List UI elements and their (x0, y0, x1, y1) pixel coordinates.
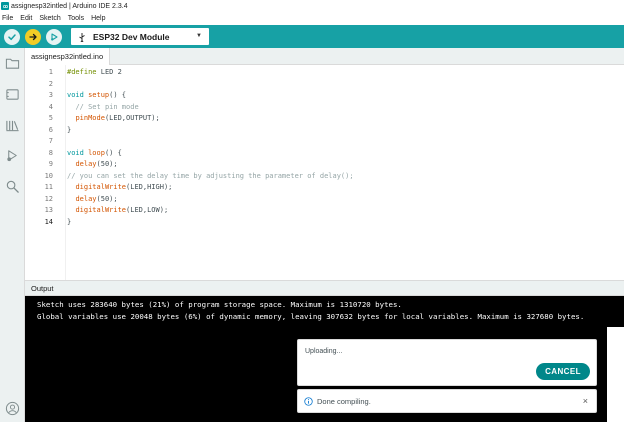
upload-button[interactable] (25, 28, 41, 45)
board-name: ESP32 Dev Module (93, 31, 170, 42)
line-number: 3 (48, 91, 53, 99)
code-line: // you can set the delay time by adjusti… (67, 171, 354, 180)
search-icon[interactable] (4, 178, 20, 194)
code-line: } (67, 217, 72, 226)
arrow-right-icon (29, 33, 37, 40)
output-label: Output (31, 283, 54, 293)
console-line: Global variables use 20048 bytes (6%) of… (37, 311, 585, 321)
code-line: delay(50); (75, 194, 118, 203)
overlay-panel-edge (607, 327, 624, 422)
info-icon (304, 396, 313, 406)
menu-edit[interactable]: Edit (20, 15, 32, 22)
line-number: 6 (48, 125, 53, 134)
tab-sketch-file[interactable]: assignesp32intled.ino (25, 48, 111, 65)
menu-file[interactable]: File (2, 15, 13, 22)
code-line: } (67, 125, 72, 134)
code-lines: #define LED 2 void setup() { // Set pin … (67, 67, 354, 228)
line-number: 1 (48, 68, 53, 76)
line-number: 4 (48, 102, 53, 111)
account-icon[interactable] (4, 400, 20, 416)
line-number: 5 (48, 114, 53, 122)
code-line: digitalWrite(LED,HIGH); (75, 183, 173, 191)
line-number: 10 (44, 171, 53, 180)
code-line: void loop() { (67, 148, 122, 157)
menu-tools[interactable]: Tools (68, 15, 84, 22)
line-number: 7 (48, 137, 53, 145)
debug-icon[interactable] (4, 147, 20, 163)
upload-notification: Uploading... CANCEL (297, 339, 597, 386)
left-sidebar (0, 48, 25, 422)
verify-button[interactable] (4, 28, 20, 45)
debug-button[interactable] (46, 28, 62, 45)
code-line: digitalWrite(LED,LOW); (75, 206, 169, 214)
upload-message: Uploading... (305, 348, 343, 355)
chevron-down-icon: ▼ (196, 33, 202, 39)
code-line: pinMode(LED,OUTPUT); (75, 114, 160, 122)
checkmark-icon (8, 33, 16, 40)
menu-bar: File Edit Sketch Tools Help (0, 12, 624, 25)
code-line: delay(50); (75, 160, 118, 168)
library-manager-icon[interactable] (4, 117, 20, 133)
tab-label: assignesp32intled.ino (31, 52, 104, 61)
toolbar: ESP32 Dev Module ▼ (0, 25, 624, 48)
code-line: void setup() { (67, 91, 127, 99)
code-line: // Set pin mode (75, 102, 139, 111)
gutter-divider (65, 65, 66, 280)
line-number: 8 (48, 148, 53, 157)
tab-strip: assignesp32intled.ino (25, 48, 624, 65)
menu-sketch[interactable]: Sketch (39, 15, 60, 22)
code-editor[interactable]: 1 2 3 4 5 6 7 8 9 10 11 12 13 14 #define… (25, 65, 624, 280)
board-selector[interactable]: ESP32 Dev Module ▼ (71, 28, 209, 45)
folder-icon[interactable] (4, 55, 20, 71)
line-number-active: 14 (44, 217, 53, 226)
done-compiling-notification: Done compiling. × (297, 389, 597, 413)
line-number-gutter: 1 2 3 4 5 6 7 8 9 10 11 12 13 14 (25, 67, 53, 228)
title-bar: assignesp32intled | Arduino IDE 2.3.4 (0, 0, 624, 12)
close-icon[interactable]: × (583, 396, 588, 406)
arduino-logo-icon (1, 2, 9, 10)
menu-help[interactable]: Help (91, 15, 105, 22)
done-message: Done compiling. (317, 396, 371, 406)
line-number: 9 (48, 160, 53, 168)
board-manager-icon[interactable] (4, 86, 20, 102)
cancel-button[interactable]: CANCEL (536, 363, 590, 380)
debug-play-icon (51, 32, 58, 41)
line-number: 12 (44, 194, 53, 203)
usb-icon (77, 32, 87, 42)
line-number: 13 (44, 206, 53, 214)
line-number: 11 (44, 183, 53, 191)
window-title: assignesp32intled | Arduino IDE 2.3.4 (11, 2, 128, 10)
output-panel-header: Output (25, 280, 624, 296)
console-line: Sketch uses 283640 bytes (21%) of progra… (37, 300, 402, 309)
line-number: 2 (48, 79, 53, 88)
code-line: #define LED 2 (67, 68, 122, 76)
